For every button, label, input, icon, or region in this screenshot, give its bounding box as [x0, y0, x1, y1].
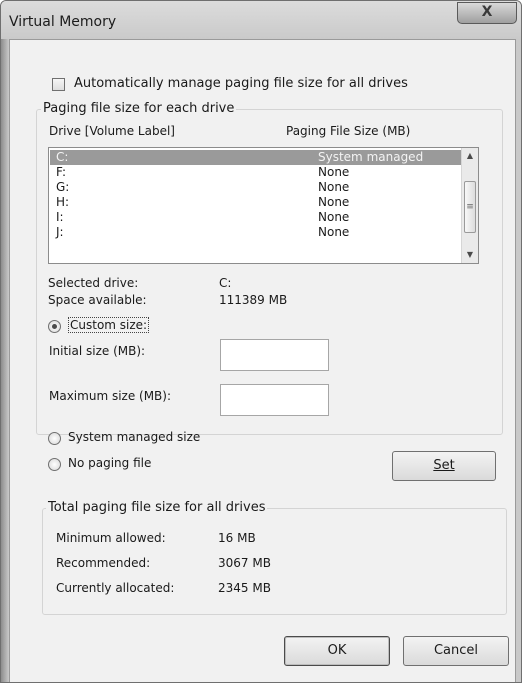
per-drive-group-title: Paging file size for each drive — [41, 101, 237, 116]
system-managed-radio[interactable] — [48, 432, 61, 445]
custom-size-label-wrap[interactable]: Custom size: — [68, 317, 150, 333]
drive-list-item[interactable]: G: None — [50, 180, 477, 195]
drive-paging-size: None — [318, 225, 350, 239]
cancel-button[interactable]: Cancel — [403, 636, 509, 666]
cancel-button-label: Cancel — [433, 643, 479, 658]
space-available-value: 111389 MB — [219, 293, 288, 307]
drive-letter: H: — [56, 195, 70, 209]
title-bar[interactable]: Virtual Memory X — [1, 1, 521, 39]
drive-letter: C: — [56, 150, 69, 164]
drive-letter: J: — [56, 225, 64, 239]
drive-paging-size: System managed — [318, 150, 424, 164]
currently-allocated-value: 2345 MB — [218, 581, 271, 595]
currently-allocated-label: Currently allocated: — [56, 581, 175, 595]
virtual-memory-window: Virtual Memory X Automatically manage pa… — [0, 0, 522, 683]
close-button[interactable]: X — [457, 2, 517, 24]
no-paging-file-radio[interactable] — [48, 458, 61, 471]
selected-drive-label: Selected drive: — [48, 276, 139, 290]
custom-size-radio[interactable] — [48, 320, 61, 333]
drive-letter: I: — [56, 210, 64, 224]
drive-list-item[interactable]: H: None — [50, 195, 477, 210]
auto-manage-checkbox[interactable] — [52, 78, 65, 91]
scroll-down-arrow-icon[interactable]: ▼ — [462, 247, 478, 263]
drive-list-item[interactable]: F: None — [50, 165, 477, 180]
minimum-allowed-value: 16 MB — [218, 531, 256, 545]
maximum-size-input[interactable] — [220, 384, 329, 416]
ok-button-label: OK — [327, 643, 347, 658]
custom-size-label: Custom size: — [68, 317, 150, 333]
drive-paging-size: None — [318, 180, 350, 194]
scroll-thumb[interactable]: ≡ — [464, 181, 476, 233]
drive-list-scrollbar[interactable]: ▲ ≡ ▼ — [461, 148, 478, 263]
system-managed-label[interactable]: System managed size — [68, 430, 200, 444]
recommended-label: Recommended: — [56, 556, 151, 570]
space-available-label: Space available: — [48, 293, 147, 307]
scroll-grip-icon: ≡ — [466, 202, 474, 212]
drive-column-header: Drive [Volume Label] — [49, 124, 175, 138]
ok-button[interactable]: OK — [284, 636, 390, 666]
drive-letter: G: — [56, 180, 70, 194]
initial-size-label: Initial size (MB): — [49, 344, 146, 358]
auto-manage-label[interactable]: Automatically manage paging file size fo… — [74, 76, 408, 91]
drive-list-item[interactable]: C: System managed — [50, 150, 477, 165]
drive-paging-size: None — [318, 195, 350, 209]
drive-list[interactable]: C: System managed F: None G: None H: Non… — [48, 147, 479, 264]
maximum-size-label: Maximum size (MB): — [49, 389, 172, 403]
drive-letter: F: — [56, 165, 67, 179]
window-title: Virtual Memory — [9, 14, 117, 30]
window-frame-edge — [1, 39, 9, 682]
drive-paging-size: None — [318, 165, 350, 179]
drive-list-item[interactable]: J: None — [50, 225, 477, 240]
selected-drive-value: C: — [219, 276, 232, 290]
initial-size-input[interactable] — [220, 339, 329, 371]
dialog-body: Automatically manage paging file size fo… — [9, 39, 516, 682]
set-button[interactable]: Set — [392, 451, 496, 481]
no-paging-file-label[interactable]: No paging file — [68, 456, 151, 470]
scroll-up-arrow-icon[interactable]: ▲ — [462, 148, 478, 164]
size-column-header: Paging File Size (MB) — [286, 124, 411, 138]
drive-list-item[interactable]: I: None — [50, 210, 477, 225]
drive-paging-size: None — [318, 210, 350, 224]
recommended-value: 3067 MB — [218, 556, 271, 570]
set-button-label: Set — [433, 458, 455, 473]
minimum-allowed-label: Minimum allowed: — [56, 531, 166, 545]
totals-group-title: Total paging file size for all drives — [46, 500, 268, 515]
close-icon: X — [481, 4, 493, 20]
